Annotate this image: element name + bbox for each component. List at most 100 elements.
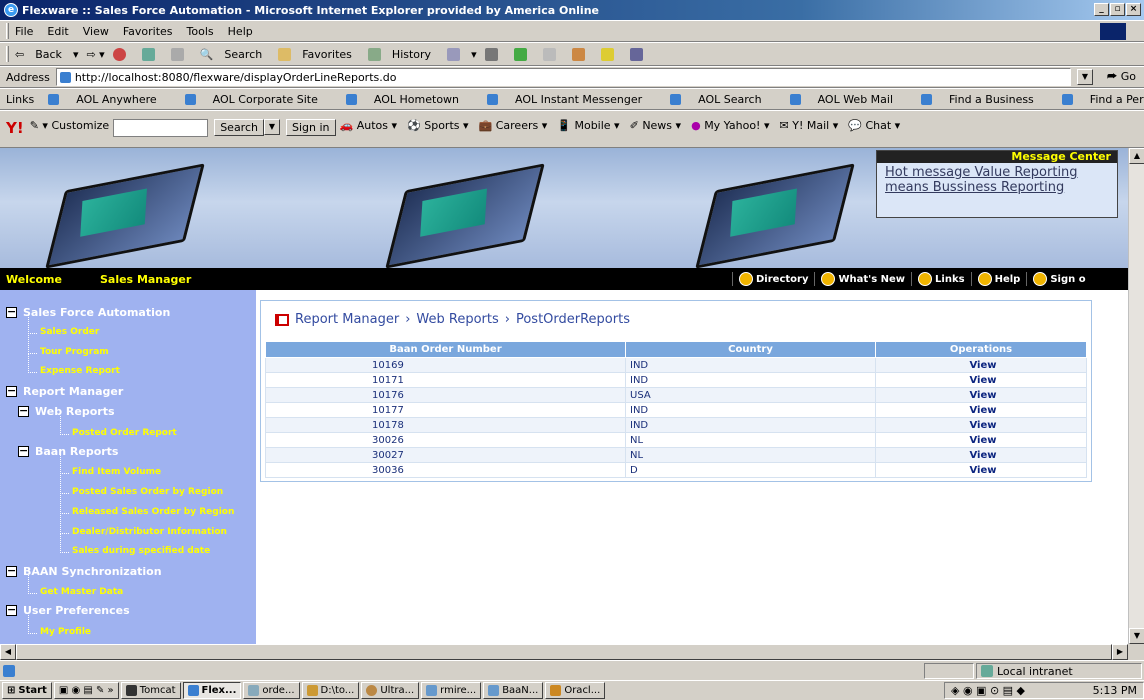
go-button[interactable]: ⮫ Go	[1107, 70, 1136, 84]
horizontal-scrollbar[interactable]: ◀ ▶	[0, 644, 1128, 660]
quick-launch[interactable]: ▣ ◉ ▤ ✎ »	[53, 682, 119, 699]
task-rmire[interactable]: rmire...	[421, 682, 482, 699]
tree-sales-order[interactable]: Sales Order	[27, 315, 99, 337]
crumb-web-reports[interactable]: Web Reports	[416, 312, 498, 327]
address-input[interactable]: http://localhost:8080/flexware/displayOr…	[55, 68, 1071, 86]
refresh-button[interactable]	[141, 47, 163, 61]
view-link[interactable]: View	[875, 447, 1087, 463]
message-center-text[interactable]: Hot message Value Reporting means Bussin…	[877, 163, 1117, 197]
link-aol-im[interactable]: AOL Instant Messenger	[487, 93, 656, 106]
menu-edit[interactable]: Edit	[47, 25, 68, 38]
task-tomcat[interactable]: Tomcat	[120, 682, 181, 699]
task-ultra[interactable]: Ultra...	[361, 682, 420, 699]
view-link[interactable]: View	[875, 372, 1087, 388]
tree-dealer-info[interactable]: Dealer/Distributor Information	[60, 515, 227, 537]
minimize-button[interactable]: _	[1094, 3, 1109, 16]
task-orde[interactable]: orde...	[243, 682, 300, 699]
scroll-up-button[interactable]: ▲	[1129, 148, 1144, 164]
tree-expense-report[interactable]: Expense Report	[28, 354, 120, 376]
nav-help[interactable]: Help	[970, 272, 1020, 286]
address-bar: Address http://localhost:8080/flexware/d…	[0, 66, 1144, 88]
yahoo-chat[interactable]: 💬 Chat ▾	[848, 119, 900, 132]
view-link[interactable]: View	[875, 432, 1087, 448]
link-find-person[interactable]: Find a Person	[1061, 93, 1144, 106]
discuss-button[interactable]	[542, 47, 564, 61]
view-link[interactable]: View	[875, 357, 1087, 373]
yahoo-search-dropdown[interactable]: ▼	[263, 119, 280, 135]
link-find-business[interactable]: Find a Business	[921, 93, 1048, 106]
yahoo-mail[interactable]: ✉ Y! Mail ▾	[780, 119, 839, 132]
link-aol-anywhere[interactable]: AOL Anywhere	[48, 93, 170, 106]
tree-posted-order-report[interactable]: Posted Order Report	[60, 416, 177, 438]
menu-favorites[interactable]: Favorites	[123, 25, 173, 38]
nav-sign-out[interactable]: Sign o	[1026, 272, 1086, 286]
scroll-down-button[interactable]: ▼	[1129, 628, 1144, 644]
ie-status-icon	[3, 664, 15, 677]
edit-button[interactable]	[513, 47, 535, 61]
tree-find-item-volume[interactable]: Find Item Volume	[59, 455, 161, 477]
view-link[interactable]: View	[875, 402, 1087, 418]
print-icon	[484, 47, 498, 61]
yahoo-careers[interactable]: 💼 Careers ▾	[479, 119, 548, 132]
tree-posted-sales-region[interactable]: Posted Sales Order by Region	[59, 475, 223, 497]
tree-released-sales-region[interactable]: Released Sales Order by Region	[59, 495, 234, 517]
back-button[interactable]: ⇦ Back ▾	[15, 48, 78, 61]
yahoo-sports[interactable]: ⚽ Sports ▾	[407, 119, 469, 132]
restore-button[interactable]: ▫	[1110, 3, 1125, 16]
menu-tools[interactable]: Tools	[187, 25, 214, 38]
scroll-thumb[interactable]	[16, 644, 1112, 660]
print-button[interactable]	[484, 47, 506, 61]
scroll-right-button[interactable]: ▶	[1112, 644, 1128, 660]
aim-button[interactable]	[600, 47, 622, 61]
search-button[interactable]: 🔍 Search	[200, 48, 271, 61]
customize-button[interactable]: ✎ ▾ Customize	[30, 119, 109, 132]
tree-user-prefs[interactable]: − User Preferences	[6, 604, 130, 617]
vertical-scrollbar[interactable]: ▲ ▼	[1128, 148, 1144, 644]
menu-file[interactable]: File	[15, 25, 33, 38]
tray-icons[interactable]: ◈ ◉ ▣ ⊙ ▤ ◆	[951, 684, 1025, 697]
crumb-post-order-reports: PostOrderReports	[515, 312, 630, 327]
yahoo-myyahoo[interactable]: ● My Yahoo! ▾	[691, 119, 769, 132]
view-link[interactable]: View	[875, 462, 1087, 478]
forward-button[interactable]: ⇨ ▾	[86, 48, 104, 61]
yahoo-signin-button[interactable]: Sign in	[285, 119, 336, 136]
view-link[interactable]: View	[875, 387, 1087, 403]
nav-whats-new[interactable]: What's New	[814, 272, 905, 286]
crumb-report-manager[interactable]: Report Manager	[295, 312, 399, 327]
tree-get-master-data[interactable]: Get Master Data	[27, 575, 123, 597]
tree-tour-program[interactable]: Tour Program	[28, 335, 109, 357]
tree-report-manager[interactable]: − Report Manager	[6, 385, 123, 398]
view-link[interactable]: View	[875, 417, 1087, 433]
task-baan[interactable]: BaaN...	[483, 682, 544, 699]
yahoo-news[interactable]: ✐ News ▾	[630, 119, 681, 132]
menu-help[interactable]: Help	[228, 25, 253, 38]
nav-directory[interactable]: Directory	[732, 272, 808, 286]
link-aol-search[interactable]: AOL Search	[670, 93, 775, 106]
menu-view[interactable]: View	[83, 25, 109, 38]
favorites-button[interactable]: Favorites	[278, 47, 360, 61]
tree-sales-date[interactable]: Sales during specified date	[59, 534, 210, 556]
link-aol-hometown[interactable]: AOL Hometown	[345, 93, 473, 106]
scroll-left-button[interactable]: ◀	[0, 644, 16, 660]
close-button[interactable]: ×	[1126, 3, 1141, 16]
history-button[interactable]: History	[367, 47, 439, 61]
yahoo-logo-icon[interactable]: Y!	[6, 119, 24, 137]
nav-links[interactable]: Links	[911, 272, 965, 286]
yahoo-search-input[interactable]	[113, 119, 209, 137]
link-aol-webmail[interactable]: AOL Web Mail	[789, 93, 907, 106]
yahoo-autos[interactable]: 🚗 Autos ▾	[340, 119, 398, 132]
task-dto[interactable]: D:\to...	[301, 682, 360, 699]
yahoo-search-button[interactable]: Search	[214, 119, 264, 136]
start-button[interactable]: ⊞ Start	[2, 682, 52, 699]
yahoo-mobile[interactable]: 📱 Mobile ▾	[557, 119, 619, 132]
task-flexware[interactable]: Flex...	[182, 682, 242, 699]
task-oracle[interactable]: Oracl...	[545, 682, 606, 699]
link-aol-corporate[interactable]: AOL Corporate Site	[184, 93, 332, 106]
buddy-button[interactable]	[629, 47, 651, 61]
mail-button[interactable]: ▾	[447, 47, 477, 61]
address-dropdown-button[interactable]: ▼	[1076, 69, 1093, 85]
messenger-button[interactable]	[571, 47, 593, 61]
home-button[interactable]	[170, 47, 192, 61]
tree-my-profile[interactable]: My Profile	[27, 615, 91, 637]
stop-button[interactable]	[112, 47, 134, 61]
